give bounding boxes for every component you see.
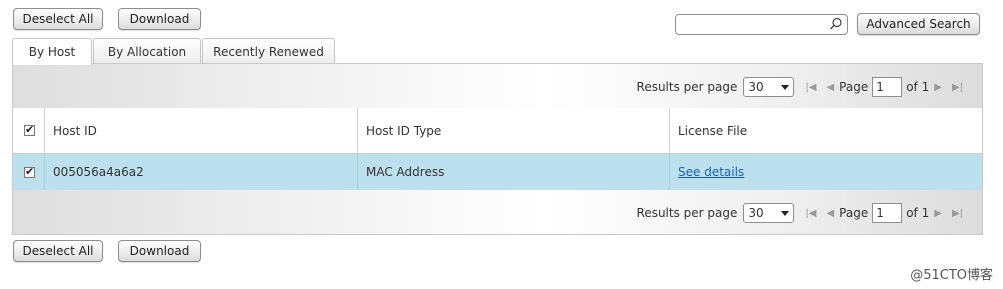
results-per-page-select[interactable]: 30: [743, 77, 795, 97]
next-page-icon[interactable]: ▶: [934, 82, 942, 93]
results-panel: Results per page 30 |◀ ◀ Page 1 of 1 ▶ ▶…: [12, 63, 983, 235]
table-header: Host ID Host ID Type License File: [13, 108, 982, 154]
last-page-icon[interactable]: ▶|: [952, 82, 963, 93]
page-number-value: 1: [876, 80, 884, 94]
first-page-icon[interactable]: |◀: [805, 208, 816, 219]
page-label: Page: [839, 80, 869, 94]
page-label: Page: [839, 206, 869, 220]
download-button-top[interactable]: Download: [118, 8, 201, 30]
results-per-page-label: Results per page: [636, 80, 738, 94]
prev-page-icon[interactable]: ◀: [826, 208, 834, 219]
column-header-license-file[interactable]: License File: [670, 108, 982, 153]
page-number-input[interactable]: 1: [872, 77, 903, 97]
of-pages-label: of 1: [906, 206, 930, 220]
table-row[interactable]: 005056a4a6a2 MAC Address See details: [13, 154, 982, 191]
chevron-down-icon: [781, 85, 790, 90]
search-icon[interactable]: [829, 17, 843, 31]
last-page-icon[interactable]: ▶|: [952, 208, 963, 219]
download-button-bottom[interactable]: Download: [118, 240, 201, 262]
of-pages-label: of 1: [906, 80, 930, 94]
page-number-value: 1: [876, 206, 884, 220]
search-input[interactable]: [675, 14, 848, 35]
deselect-all-button-bottom[interactable]: Deselect All: [13, 240, 103, 262]
checkbox-checked-icon: [24, 165, 35, 178]
see-details-link[interactable]: See details: [678, 165, 744, 179]
row-checkbox[interactable]: [13, 154, 45, 190]
results-per-page-value: 30: [748, 206, 764, 220]
deselect-all-button-top[interactable]: Deselect All: [13, 8, 103, 30]
results-per-page-label: Results per page: [636, 206, 738, 220]
chevron-down-icon: [781, 211, 790, 216]
checkbox-checked-icon: [24, 123, 35, 136]
pager-bar-top: Results per page 30 |◀ ◀ Page 1 of 1 ▶ ▶…: [13, 64, 982, 108]
pager-bottom: Results per page 30 |◀ ◀ Page 1 of 1 ▶ ▶…: [637, 202, 968, 224]
pager-bar-bottom: Results per page 30 |◀ ◀ Page 1 of 1 ▶ ▶…: [13, 190, 982, 234]
advanced-search-button[interactable]: Advanced Search: [857, 13, 980, 35]
column-header-host-id-type[interactable]: Host ID Type: [358, 108, 670, 153]
page-number-input[interactable]: 1: [872, 203, 903, 223]
first-page-icon[interactable]: |◀: [805, 82, 816, 93]
cell-host-id: 005056a4a6a2: [45, 154, 358, 190]
select-all-checkbox[interactable]: [13, 108, 45, 153]
pager-top: Results per page 30 |◀ ◀ Page 1 of 1 ▶ ▶…: [637, 76, 968, 98]
watermark: @51CTO博客: [910, 268, 993, 283]
tab-by-host[interactable]: By Host: [12, 38, 92, 65]
results-per-page-value: 30: [748, 80, 764, 94]
tab-recently-renewed[interactable]: Recently Renewed: [202, 38, 335, 64]
next-page-icon[interactable]: ▶: [934, 208, 942, 219]
tab-by-allocation[interactable]: By Allocation: [93, 38, 201, 64]
cell-license-file: See details: [670, 154, 982, 190]
prev-page-icon[interactable]: ◀: [826, 82, 834, 93]
column-header-host-id[interactable]: Host ID: [45, 108, 358, 153]
results-per-page-select[interactable]: 30: [743, 203, 795, 223]
cell-host-id-type: MAC Address: [358, 154, 670, 190]
